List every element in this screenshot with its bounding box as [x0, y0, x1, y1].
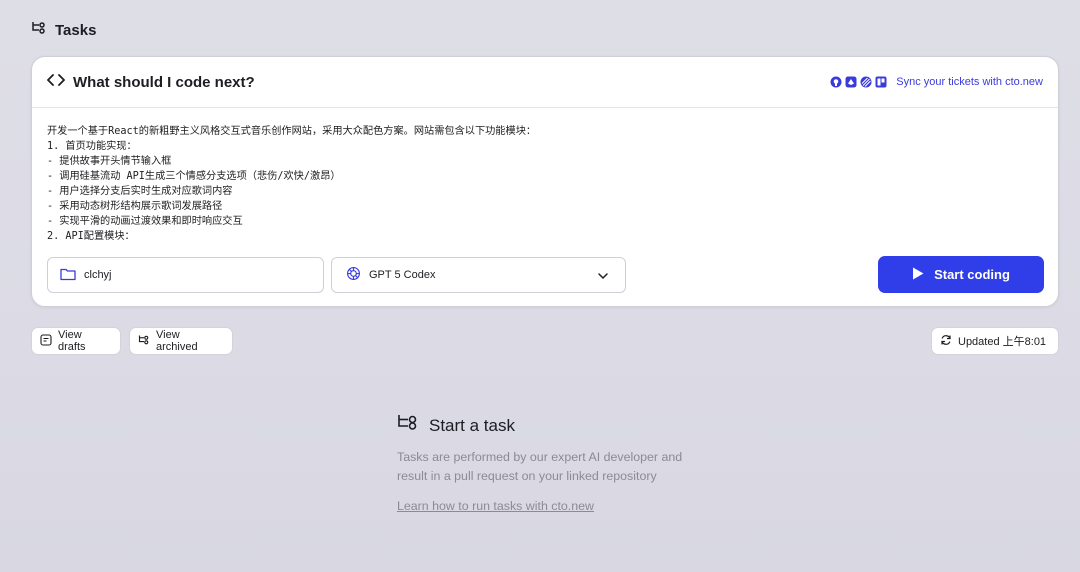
chevron-down-icon: [597, 270, 609, 285]
task-flow-icon: [31, 20, 47, 40]
learn-tasks-link[interactable]: Learn how to run tasks with cto.new: [397, 499, 594, 513]
code-brackets-icon: [47, 73, 65, 91]
gitlab-icon[interactable]: [845, 76, 857, 88]
draft-note-icon: [40, 333, 52, 349]
sync-tickets-link[interactable]: Sync your tickets with cto.new: [896, 76, 1043, 88]
view-archived-label: View archived: [156, 329, 198, 353]
linear-icon[interactable]: [860, 76, 872, 88]
page-header: Tasks: [31, 20, 96, 40]
composer-heading: What should I code next?: [73, 73, 255, 91]
repo-name: clchyj: [84, 269, 112, 281]
start-coding-button[interactable]: Start coding: [878, 256, 1044, 293]
start-coding-label: Start coding: [934, 267, 1010, 282]
play-icon: [912, 267, 924, 283]
refresh-button[interactable]: Updated 上午8:01: [931, 327, 1059, 355]
folder-icon: [60, 267, 76, 284]
task-flow-icon: [397, 413, 419, 438]
openai-icon: [346, 266, 361, 284]
empty-state-description: Tasks are performed by our expert AI dev…: [397, 450, 683, 483]
composer-header: What should I code next? Sync your ticke…: [32, 57, 1058, 108]
model-name: GPT 5 Codex: [369, 269, 436, 281]
prompt-textarea[interactable]: 开发一个基于React的新粗野主义风格交互式音乐创作网站，采用大众配色方案。网站…: [47, 124, 1037, 244]
github-icon[interactable]: [830, 76, 842, 88]
page-title: Tasks: [55, 21, 97, 39]
view-drafts-button[interactable]: View drafts: [31, 327, 121, 355]
view-drafts-label: View drafts: [58, 329, 86, 353]
repo-selector[interactable]: clchyj: [47, 257, 324, 293]
empty-state-heading: Start a task: [429, 415, 515, 435]
integrations-sync: Sync your tickets with cto.new: [830, 76, 1043, 88]
view-archived-button[interactable]: View archived: [129, 327, 233, 355]
task-flow-icon: [138, 334, 150, 349]
empty-state: Start a task Tasks are performed by our …: [397, 413, 687, 515]
composer-title: What should I code next?: [47, 73, 255, 91]
empty-state-title: Start a task: [397, 413, 687, 438]
trello-icon[interactable]: [875, 76, 887, 88]
task-composer: What should I code next? Sync your ticke…: [31, 56, 1059, 307]
model-select[interactable]: GPT 5 Codex: [331, 257, 626, 293]
refresh-icon: [940, 334, 952, 349]
updated-time-label: Updated 上午8:01: [958, 336, 1047, 348]
